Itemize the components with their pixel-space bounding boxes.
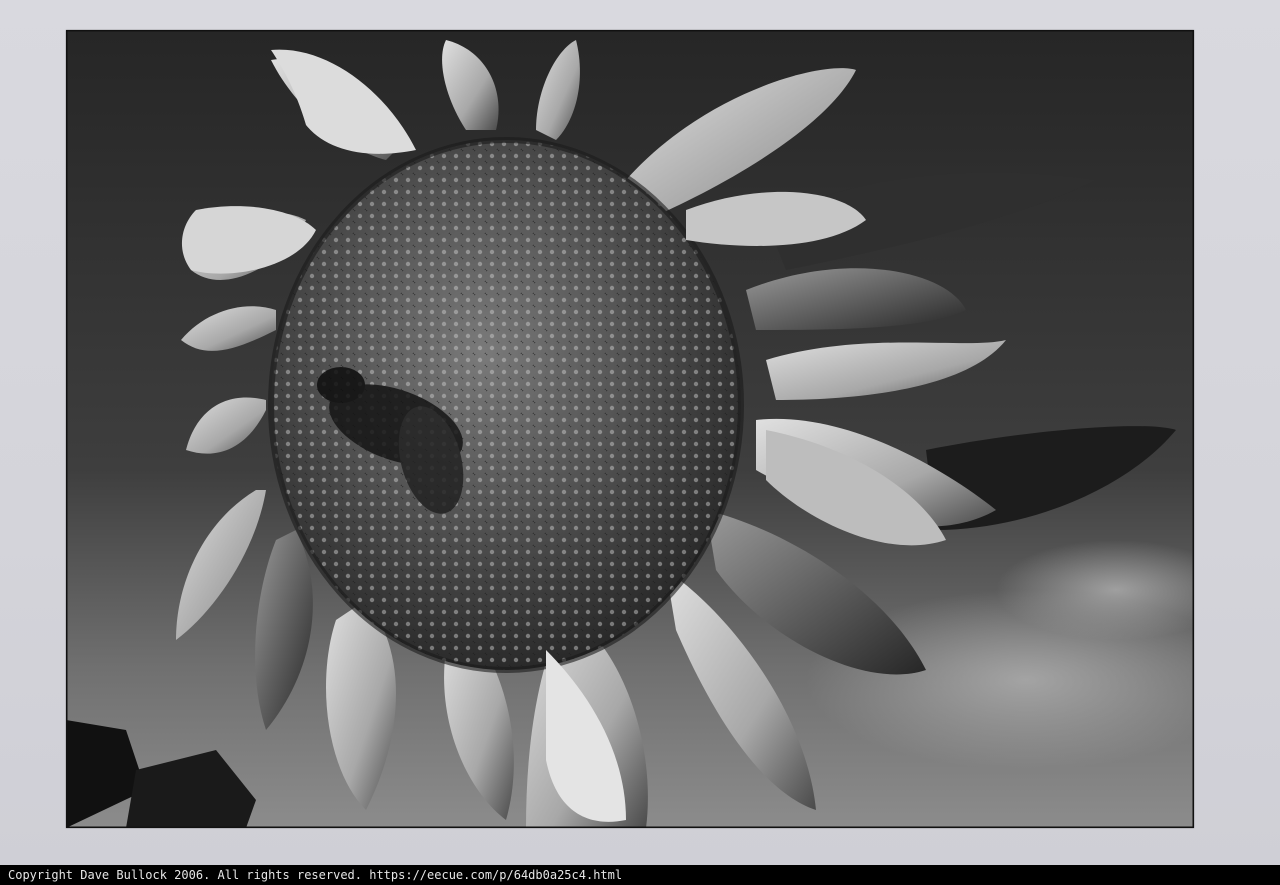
copyright-footer: Copyright Dave Bullock 2006. All rights … [0, 865, 1280, 885]
sunflower-photo [66, 30, 1194, 828]
photo-mat [0, 0, 1280, 865]
sunflower-illustration [66, 30, 1194, 828]
